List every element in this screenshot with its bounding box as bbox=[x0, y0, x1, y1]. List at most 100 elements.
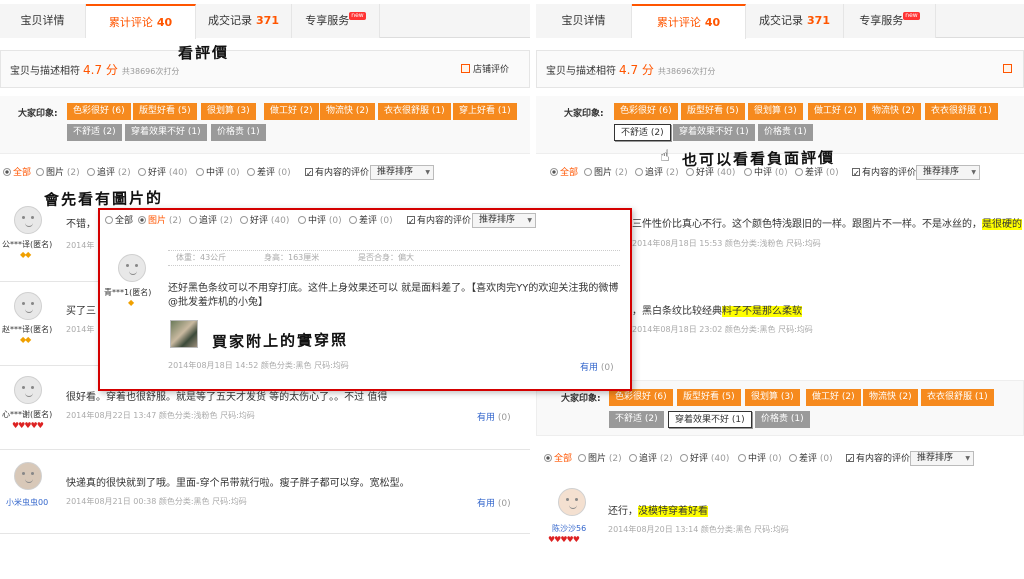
impression-tag[interactable]: 很划算 (3) bbox=[748, 103, 803, 120]
tab-transactions[interactable]: 成交记录 371 bbox=[196, 4, 292, 38]
impression-tag[interactable]: 很划算 (3) bbox=[745, 389, 800, 406]
sort-select[interactable]: 推荐排序 bbox=[916, 165, 981, 180]
impression-tag-negative[interactable]: 不舒适 (2) bbox=[614, 124, 671, 141]
impression-tag[interactable]: 衣衣很舒服 (1) bbox=[925, 103, 998, 120]
review-text-highlight: 没模特穿着好看 bbox=[638, 506, 708, 517]
filter-pictures[interactable]: 图片 (2) bbox=[138, 212, 182, 230]
tab-count: 371 bbox=[807, 14, 830, 27]
radio-icon bbox=[36, 168, 44, 176]
impression-tag-negative[interactable]: 穿着效果不好 (1) bbox=[125, 124, 207, 141]
filter-negative[interactable]: 差评 (0) bbox=[795, 164, 839, 182]
filter-has-content[interactable]: 有内容的评价 bbox=[846, 450, 910, 469]
tab-reviews[interactable]: 累计评论 40 bbox=[86, 4, 196, 39]
reviewer-name[interactable]: 小米虫虫00 bbox=[6, 497, 48, 508]
radio-icon bbox=[578, 454, 586, 462]
filter-has-content[interactable]: 有内容的评价 bbox=[305, 164, 369, 183]
filter-positive[interactable]: 好评 (40) bbox=[138, 164, 187, 182]
review-text: 还行，没模特穿着好看 bbox=[608, 502, 708, 517]
impression-tag[interactable]: 版型好看 (5) bbox=[677, 389, 741, 406]
fit-info: 是否合身：偏大 bbox=[358, 253, 414, 262]
body-info: 体重：43公斤 身高：163厘米 是否合身：偏大 bbox=[168, 250, 620, 266]
tab-label: 成交记录 bbox=[208, 14, 253, 27]
review-text: 快递真的很快就到了哦。里面-穿个吊带就行啦。瘦子胖子都可以穿。宽松型。 bbox=[66, 478, 410, 489]
filter-followup[interactable]: 追评 (2) bbox=[189, 212, 233, 230]
impression-tag[interactable]: 穿上好看 (1) bbox=[453, 103, 517, 120]
tab-bar: 宝贝详情 累计评论 40 成交记录 371 专享服务 new bbox=[536, 4, 1024, 39]
impression-tag[interactable]: 做工好 (2) bbox=[808, 103, 863, 120]
filter-has-content[interactable]: 有内容的评价 bbox=[407, 212, 471, 231]
sort-select[interactable]: 推荐排序 bbox=[370, 165, 435, 180]
impression-tag-negative[interactable]: 穿着效果不好 (1) bbox=[673, 124, 755, 141]
filter-count: (40) bbox=[270, 216, 290, 226]
impression-tag[interactable]: 很划算 (3) bbox=[201, 103, 256, 120]
impression-tag[interactable]: 色彩很好 (6) bbox=[614, 103, 678, 120]
filter-all[interactable]: 全部 bbox=[3, 164, 31, 182]
radio-icon bbox=[550, 168, 558, 176]
impression-tag[interactable]: 色彩很好 (6) bbox=[67, 103, 131, 120]
filter-has-content[interactable]: 有内容的评价 bbox=[852, 164, 916, 183]
sort-select[interactable]: 推荐排序 bbox=[472, 213, 537, 228]
filter-pictures[interactable]: 图片 (2) bbox=[36, 164, 80, 182]
tab-details[interactable]: 宝贝详情 bbox=[0, 4, 86, 38]
filter-count: (2) bbox=[614, 168, 628, 178]
sort-select[interactable]: 推荐排序 bbox=[910, 451, 975, 466]
filter-positive[interactable]: 好评 (40) bbox=[680, 450, 729, 468]
filter-negative[interactable]: 差评 (0) bbox=[247, 164, 291, 182]
filter-followup[interactable]: 追评 (2) bbox=[635, 164, 679, 182]
impression-tag[interactable]: 衣衣很舒服 (1) bbox=[378, 103, 451, 120]
filter-neutral[interactable]: 中评 (0) bbox=[196, 164, 240, 182]
impression-tag[interactable]: 物流快 (2) bbox=[863, 389, 918, 406]
filter-count: (2) bbox=[168, 216, 182, 226]
impression-tag[interactable]: 版型好看 (5) bbox=[681, 103, 745, 120]
avatar bbox=[118, 254, 146, 282]
useful-button[interactable]: 有用 (0) bbox=[477, 410, 511, 423]
shop-review-link[interactable]: 店铺评价 bbox=[461, 51, 509, 89]
tab-services[interactable]: 专享服务 new bbox=[844, 4, 936, 38]
tab-details[interactable]: 宝贝详情 bbox=[536, 4, 632, 38]
filter-negative[interactable]: 差评 (0) bbox=[789, 450, 833, 468]
impression-tag[interactable]: 色彩很好 (6) bbox=[609, 389, 673, 406]
heart-icon: ♥♥♥♥♥ bbox=[12, 421, 44, 430]
filter-neutral[interactable]: 中评 (0) bbox=[738, 450, 782, 468]
impression-tag[interactable]: 版型好看 (5) bbox=[133, 103, 197, 120]
filter-neutral[interactable]: 中评 (0) bbox=[298, 212, 342, 230]
radio-icon bbox=[635, 168, 643, 176]
filter-all[interactable]: 全部 bbox=[544, 450, 572, 468]
reviewer-name[interactable]: 陈沙沙56 bbox=[552, 523, 586, 534]
impression-tag[interactable]: 做工好 (2) bbox=[264, 103, 319, 120]
tab-transactions[interactable]: 成交记录 371 bbox=[746, 4, 844, 38]
filter-all[interactable]: 全部 bbox=[550, 164, 578, 182]
filter-positive[interactable]: 好评 (40) bbox=[240, 212, 289, 230]
filter-followup[interactable]: 追评 (2) bbox=[87, 164, 131, 182]
useful-button[interactable]: 有用 (0) bbox=[477, 496, 511, 509]
reviewer-name: 心***谢(匿名) bbox=[2, 410, 53, 419]
filter-label: 图片 bbox=[594, 168, 613, 178]
tab-services[interactable]: 专享服务 new bbox=[292, 4, 380, 38]
filter-all[interactable]: 全部 bbox=[105, 212, 133, 230]
filter-positive[interactable]: 好评 (40) bbox=[686, 164, 735, 182]
shop-review-link[interactable] bbox=[1003, 51, 1015, 89]
impression-tag-negative[interactable]: 穿着效果不好 (1) bbox=[668, 411, 752, 428]
useful-button[interactable]: 有用 (0) bbox=[580, 360, 614, 373]
impression-tag[interactable]: 做工好 (2) bbox=[806, 389, 861, 406]
tab-reviews[interactable]: 累计评论 40 bbox=[632, 4, 746, 39]
filter-pictures[interactable]: 图片 (2) bbox=[578, 450, 622, 468]
filter-neutral[interactable]: 中评 (0) bbox=[744, 164, 788, 182]
impression-tag-negative[interactable]: 价格贵 (1) bbox=[758, 124, 813, 141]
radio-icon bbox=[105, 216, 113, 224]
filter-count: (0) bbox=[328, 216, 342, 226]
impression-tag[interactable]: 衣衣很舒服 (1) bbox=[921, 389, 994, 406]
impression-tag-negative[interactable]: 不舒适 (2) bbox=[609, 411, 664, 428]
filter-followup[interactable]: 追评 (2) bbox=[629, 450, 673, 468]
filter-label: 好评 bbox=[148, 168, 167, 178]
impression-tag-negative[interactable]: 价格贵 (1) bbox=[755, 411, 810, 428]
review-text-plain: 还行， bbox=[608, 506, 638, 517]
impression-tag-negative[interactable]: 不舒适 (2) bbox=[67, 124, 122, 141]
impression-tag[interactable]: 物流快 (2) bbox=[320, 103, 375, 120]
filter-pictures[interactable]: 图片 (2) bbox=[584, 164, 628, 182]
impression-tag-negative[interactable]: 价格贵 (1) bbox=[211, 124, 266, 141]
buyer-photo-thumbnail[interactable] bbox=[170, 320, 198, 348]
reviewer-name: 公***译(匿名) bbox=[2, 240, 53, 249]
filter-negative[interactable]: 差评 (0) bbox=[349, 212, 393, 230]
impression-tag[interactable]: 物流快 (2) bbox=[866, 103, 921, 120]
